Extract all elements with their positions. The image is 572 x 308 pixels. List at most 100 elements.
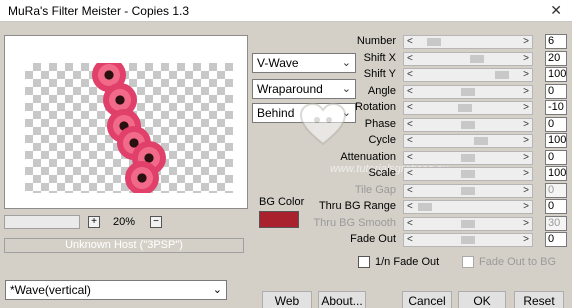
arrow-left-icon[interactable]: < — [407, 101, 413, 115]
zoom-value: 20% — [113, 216, 136, 228]
arrow-left-icon[interactable]: < — [407, 52, 413, 66]
bg-color-label: BG Color — [259, 196, 305, 208]
arrow-left-icon[interactable]: < — [407, 134, 413, 148]
slider-thumb[interactable] — [469, 54, 484, 63]
arrow-left-icon[interactable]: < — [407, 184, 413, 198]
param-slider[interactable]: < > — [403, 84, 533, 99]
param-slider[interactable]: < > — [403, 216, 533, 231]
arrow-left-icon[interactable]: < — [407, 35, 413, 49]
flower-image — [125, 161, 159, 193]
param-label: Number — [356, 35, 396, 47]
wave-select-value: V-Wave — [257, 56, 299, 70]
web-button[interactable]: Web — [262, 291, 312, 308]
param-value-field[interactable]: 6 — [545, 34, 567, 49]
arrow-left-icon[interactable]: < — [407, 167, 413, 181]
param-value-field[interactable]: 0 — [545, 199, 567, 214]
param-slider[interactable]: < > — [403, 183, 533, 198]
arrow-right-icon[interactable]: > — [523, 68, 529, 82]
close-icon[interactable]: ✕ — [550, 2, 562, 19]
slider-thumb[interactable] — [418, 203, 432, 211]
param-value-field[interactable]: -10 — [545, 100, 567, 115]
param-row: Shift Y < >100 — [300, 67, 568, 83]
param-row: Fade Out < >0 — [300, 232, 568, 248]
slider-thumb[interactable] — [461, 87, 475, 96]
param-label: Scale — [368, 167, 396, 179]
param-value-field[interactable]: 0 — [545, 83, 567, 99]
param-value-field[interactable]: 30 — [545, 215, 567, 231]
param-slider[interactable]: < > — [403, 117, 533, 132]
param-slider[interactable]: < > — [403, 134, 533, 148]
preset-select[interactable]: *Wave(vertical) ⌄ — [5, 280, 227, 300]
param-slider[interactable]: < > — [403, 35, 533, 49]
slider-thumb[interactable] — [461, 186, 475, 195]
param-slider[interactable]: < > — [403, 68, 533, 82]
param-row: Phase < >0 — [300, 116, 568, 133]
param-slider[interactable]: < > — [403, 51, 533, 66]
fade-1n-checkbox[interactable]: 1/n Fade Out — [358, 256, 439, 269]
slider-thumb[interactable] — [426, 38, 441, 46]
arrow-right-icon[interactable]: > — [523, 134, 529, 148]
param-slider[interactable]: < > — [403, 233, 533, 247]
param-slider[interactable]: < > — [403, 150, 533, 165]
zoom-in-button[interactable]: + — [88, 216, 100, 228]
param-label: Shift X — [363, 51, 396, 64]
param-slider[interactable]: < > — [403, 200, 533, 214]
slider-thumb[interactable] — [461, 236, 475, 244]
arrow-right-icon[interactable]: > — [523, 200, 529, 214]
param-row: Cycle < >100 — [300, 133, 568, 149]
cancel-button[interactable]: Cancel — [402, 291, 452, 308]
arrow-left-icon[interactable]: < — [407, 151, 413, 165]
param-value-field[interactable]: 100 — [545, 166, 567, 181]
arrow-left-icon[interactable]: < — [407, 118, 413, 132]
param-slider[interactable]: < > — [403, 101, 533, 115]
slider-thumb[interactable] — [458, 104, 473, 112]
param-value-field[interactable]: 0 — [545, 149, 567, 165]
param-value-field[interactable]: 20 — [545, 50, 567, 66]
checkbox-box[interactable] — [358, 256, 370, 269]
arrow-right-icon[interactable]: > — [523, 101, 529, 115]
param-slider[interactable]: < > — [403, 167, 533, 181]
param-value-field[interactable]: 100 — [545, 133, 567, 148]
arrow-left-icon[interactable]: < — [407, 85, 413, 99]
arrow-left-icon[interactable]: < — [407, 233, 413, 247]
zoom-out-button[interactable]: − — [150, 216, 162, 228]
arrow-right-icon[interactable]: > — [523, 52, 529, 66]
ok-button[interactable]: OK — [458, 291, 506, 308]
param-row: Scale < >100 — [300, 166, 568, 182]
arrow-right-icon[interactable]: > — [523, 118, 529, 132]
zoom-track[interactable] — [4, 215, 80, 229]
slider-thumb[interactable] — [461, 170, 475, 178]
slider-thumb[interactable] — [473, 137, 488, 145]
preview-panel[interactable] — [4, 35, 248, 209]
param-row: Number < >6 — [300, 34, 568, 50]
arrow-right-icon[interactable]: > — [523, 184, 529, 198]
param-label: Rotation — [355, 101, 396, 113]
arrow-right-icon[interactable]: > — [523, 167, 529, 181]
about-button[interactable]: About... — [318, 291, 366, 308]
slider-thumb[interactable] — [461, 120, 475, 129]
param-label: Thru BG Range — [318, 200, 396, 212]
arrow-left-icon[interactable]: < — [407, 68, 413, 82]
slider-thumb[interactable] — [495, 71, 510, 79]
reset-button[interactable]: Reset — [514, 291, 564, 308]
arrow-right-icon[interactable]: > — [523, 35, 529, 49]
arrow-right-icon[interactable]: > — [523, 85, 529, 99]
param-label: Attenuation — [340, 150, 396, 163]
arrow-left-icon[interactable]: < — [407, 217, 413, 231]
arrow-right-icon[interactable]: > — [523, 217, 529, 231]
param-row: Rotation < > -10 — [300, 100, 568, 116]
param-label: Thru BG Smooth — [313, 216, 396, 229]
arrow-left-icon[interactable]: < — [407, 200, 413, 214]
param-value-field[interactable]: 0 — [545, 116, 567, 132]
param-value-field[interactable]: 0 — [545, 232, 567, 247]
checkbox-box[interactable] — [462, 256, 474, 269]
slider-thumb[interactable] — [461, 153, 475, 162]
arrow-right-icon[interactable]: > — [523, 151, 529, 165]
window-title: MuRa's Filter Meister - Copies 1.3 — [8, 4, 190, 18]
bg-color-swatch[interactable] — [259, 211, 299, 228]
slider-thumb[interactable] — [461, 219, 475, 228]
param-value-field[interactable]: 100 — [545, 67, 567, 82]
fade-bg-checkbox[interactable]: Fade Out to BG — [462, 256, 556, 269]
param-value-field[interactable]: 0 — [545, 182, 567, 198]
arrow-right-icon[interactable]: > — [523, 233, 529, 247]
